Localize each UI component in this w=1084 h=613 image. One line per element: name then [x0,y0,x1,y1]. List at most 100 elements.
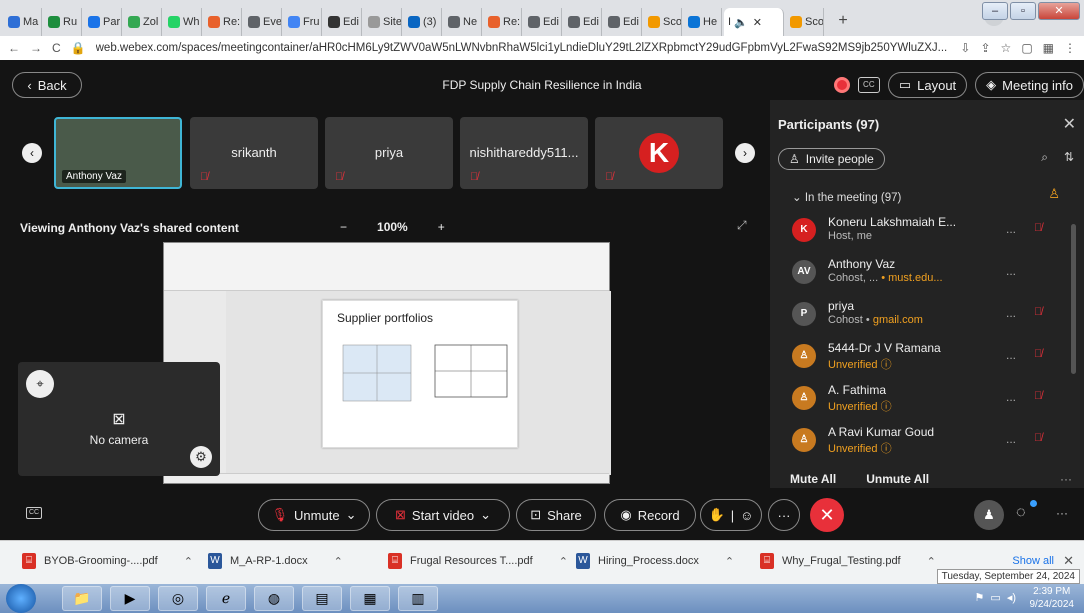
participant-row[interactable]: ♙ A Ravi Kumar Goud Unverified ⓘ... 🎙̸ [770,422,1068,464]
participant-row[interactable]: ♙ A. Fathima Unverified ⓘ... 🎙̸ [770,380,1068,422]
participant-row[interactable]: K Koneru Lakshmaiah E... Host, me ... 🎙̸ [770,212,1068,254]
extension-icon[interactable]: ▦ [1043,41,1054,55]
record-button[interactable]: ◉ Record [604,499,696,531]
browser-tab[interactable]: Re: [204,8,242,36]
zoom-out-button[interactable]: − [340,220,347,234]
firefox-icon[interactable]: ◍ [254,586,294,611]
chevron-up-icon[interactable]: ⌃ [725,555,734,568]
in-meeting-section[interactable]: ⌄ In the meeting (97) [792,190,901,204]
url-field[interactable]: web.webex.com/spaces/meetingcontainer/aH… [96,42,951,54]
browser-tab[interactable]: Ma [4,8,42,36]
download-item[interactable]: W Hiring_Process.docx ⌃ [576,553,734,569]
participant-tile[interactable]: nishithareddy511... 🎙̸ [460,117,588,189]
media-player-icon[interactable]: ▶ [110,586,150,611]
more-icon[interactable]: ··· [1056,506,1068,520]
install-icon[interactable]: ⇩ [960,41,970,55]
browser-tab[interactable]: Site is [364,8,402,36]
browser-tab[interactable]: Edi [524,8,562,36]
browser-tab[interactable]: Eve [244,8,282,36]
participant-row[interactable]: AV Anthony Vaz Cohost, ... • must.edu.....… [770,254,1068,296]
new-tab-button[interactable]: + [830,8,856,34]
download-item[interactable]: ⌸ BYOB-Grooming-....pdf ⌃ [22,553,193,569]
participant-more-button[interactable]: ... [1006,264,1016,278]
participant-row[interactable]: ♙ 5444-Dr J V Ramana Unverified ⓘ... 🎙̸ [770,338,1068,380]
share-button[interactable]: ⊡ Share [516,499,596,531]
browser-tab[interactable]: Sco [786,8,824,36]
forward-arrow-icon[interactable]: → [30,41,42,55]
pin-icon[interactable]: ⌖ [26,370,54,398]
chevron-up-icon[interactable]: ⌃ [184,555,193,568]
browser-tab-active[interactable]: I 🔈 ✕ [724,8,784,36]
browser-tab[interactable]: Edi [564,8,602,36]
chevron-up-icon[interactable]: ⌃ [927,555,936,568]
more-options-icon[interactable]: ··· [1060,472,1072,486]
share-icon[interactable]: ⇪ [980,41,990,55]
explorer-icon[interactable]: 📁 [62,586,102,611]
back-arrow-icon[interactable]: ← [8,41,20,55]
participant-more-button[interactable]: ... [1006,348,1016,362]
end-call-button[interactable]: ✕ [810,498,844,532]
browser-tab[interactable]: Edi [324,8,362,36]
participant-more-button[interactable]: ... [1006,306,1016,320]
participant-tile[interactable]: priya 🎙̸ [325,117,453,189]
maximize-button[interactable]: ▫ [1010,2,1036,20]
more-options-button[interactable]: ··· [768,499,800,531]
close-icon[interactable]: ✕ [1063,114,1076,134]
volume-icon[interactable]: ◂) [1007,591,1016,604]
unmute-button[interactable]: 🎙 Unmute ⌄ [258,499,370,531]
gear-icon[interactable]: ⚙ [190,446,212,468]
participant-tile[interactable]: K 🎙̸ [595,117,723,189]
show-all-button[interactable]: Show all [1012,555,1054,567]
chrome-icon[interactable]: ◎ [158,586,198,611]
close-downloads-icon[interactable]: ✕ [1063,553,1074,569]
start-video-button[interactable]: ⊠ Start video ⌄ [376,499,510,531]
sidebar-icon[interactable]: ▢ [1021,41,1032,55]
strip-next-button[interactable]: › [735,143,755,163]
chevron-up-icon[interactable]: ⌃ [334,555,343,568]
browser-tab[interactable]: Wh [164,8,202,36]
internet-explorer-icon[interactable]: ℯ [206,586,246,611]
closed-caption-icon[interactable]: CC [857,77,880,93]
flag-icon[interactable]: ⚑ [975,591,985,604]
meeting-info-button[interactable]: ◈ Meeting info [975,72,1084,98]
close-window-button[interactable]: ✕ [1038,2,1080,20]
browser-tab[interactable]: Re: [484,8,522,36]
invite-people-button[interactable]: ♙ Invite people [778,148,885,170]
browser-tab[interactable]: Edi [604,8,642,36]
participant-tile[interactable]: srikanth 🎙̸ [190,117,318,189]
video-tile-anthony-vaz[interactable]: Anthony Vaz [54,117,182,189]
mute-all-button[interactable]: Mute All [790,472,836,486]
excel-icon[interactable]: ▦ [350,586,390,611]
menu-kebab-icon[interactable]: ⋮ [1064,41,1076,55]
participant-more-button[interactable]: ... [1006,390,1016,404]
participant-more-button[interactable]: ... [1006,222,1016,236]
layout-button[interactable]: ▭ Layout [887,72,968,98]
zoom-in-button[interactable]: + [438,220,445,234]
browser-tab[interactable]: Ru [44,8,82,36]
closed-caption-icon[interactable]: CC [26,507,42,519]
browser-tab[interactable]: He [684,8,722,36]
browser-tab[interactable]: Zol [124,8,162,36]
expand-icon[interactable]: ⤢ [737,218,747,233]
network-icon[interactable]: ▭ [990,591,1000,604]
close-tab-icon[interactable]: ✕ [753,16,762,29]
start-button[interactable] [6,584,36,613]
browser-tab[interactable]: Fru [284,8,322,36]
search-icon[interactable]: ⌕ [1041,150,1048,165]
participant-row[interactable]: Ppriya Cohost • gmail.com... 🎙̸ [770,296,1068,338]
scrollbar[interactable] [1071,224,1076,374]
browser-tab[interactable]: Sco [644,8,682,36]
browser-tab[interactable]: (3) [404,8,442,36]
download-item[interactable]: ⌸ Why_Frugal_Testing.pdf ⌃ [760,553,936,569]
browser-tab[interactable]: Ne [444,8,482,36]
powerpoint-icon[interactable]: ▤ [302,586,342,611]
bookmark-star-icon[interactable]: ☆ [1001,41,1012,55]
download-item[interactable]: W M_A-RP-1.docx ⌃ [208,553,343,569]
minimize-button[interactable]: – [982,2,1008,20]
reload-icon[interactable]: C [52,41,61,55]
browser-tab[interactable]: Par [84,8,122,36]
clock[interactable]: 2:39 PM 9/24/2024 [1030,585,1075,611]
word-icon[interactable]: ▥ [398,586,438,611]
chat-icon[interactable]: ◌ [1016,504,1026,522]
download-item[interactable]: ⌸ Frugal Resources T....pdf ⌃ [388,553,568,569]
